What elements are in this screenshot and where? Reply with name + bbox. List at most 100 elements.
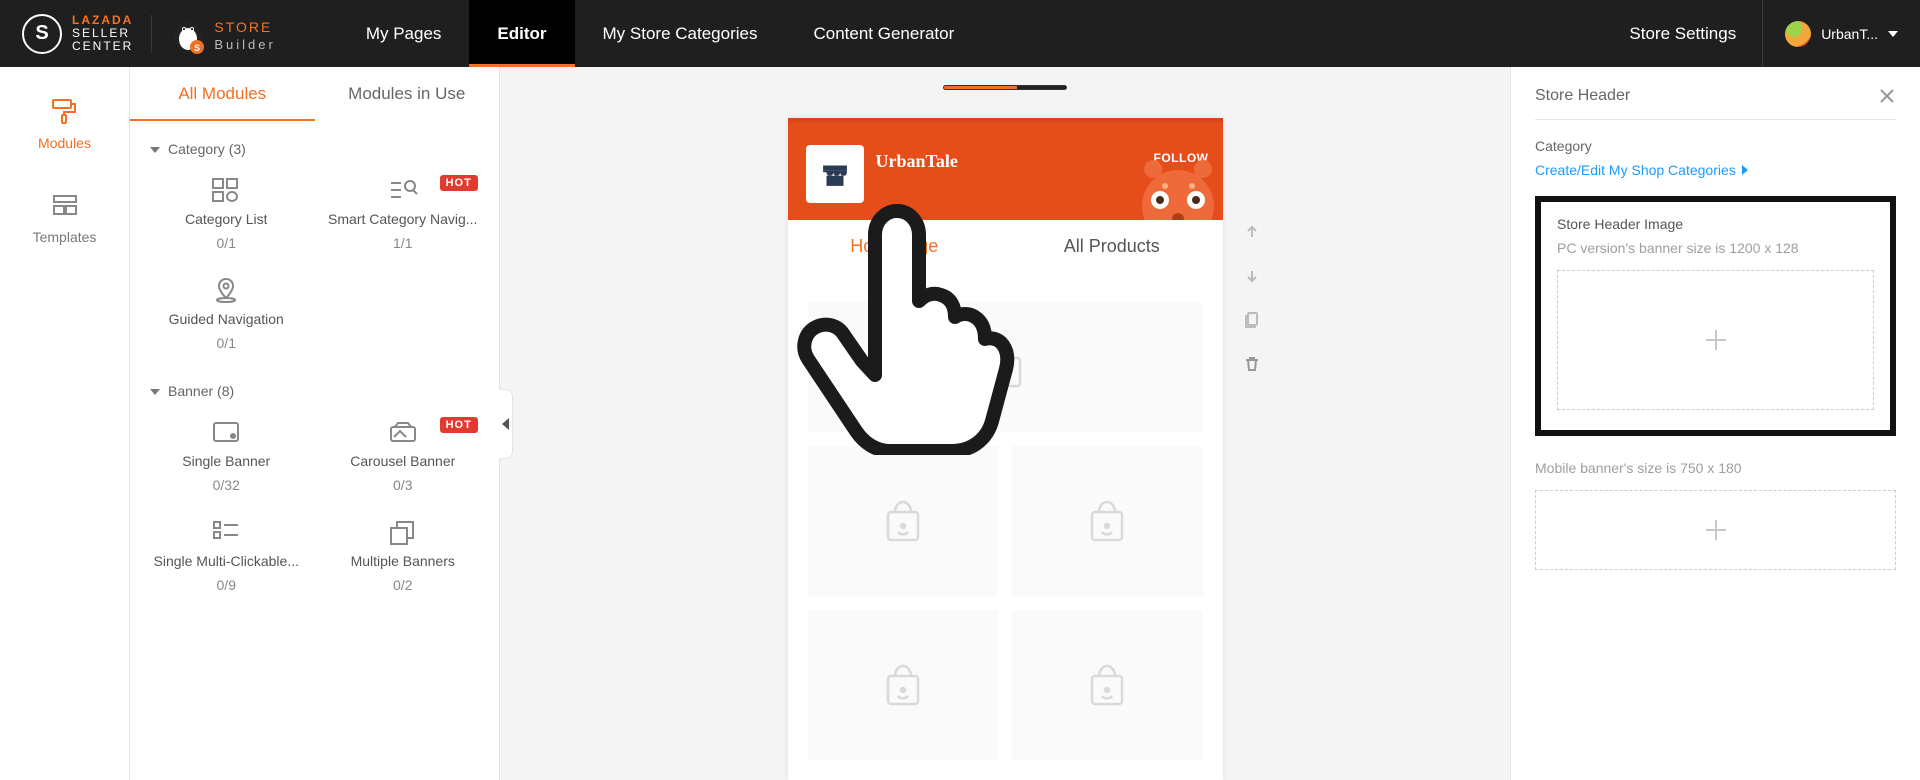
toggle-pc[interactable]: PC — [1017, 86, 1066, 90]
user-name: UrbanT... — [1821, 26, 1878, 42]
banner-icon — [211, 419, 241, 445]
module-label: Single Banner — [182, 453, 270, 469]
viewport-toggle: Mobile PC — [943, 85, 1066, 90]
module-count: 0/2 — [393, 577, 412, 593]
map-pin-icon — [211, 277, 241, 303]
store-avatar-icon — [806, 145, 864, 203]
chevron-down-icon — [1888, 31, 1898, 37]
lazada-text: LAZADA SELLER CENTER — [72, 14, 133, 53]
placeholder-product[interactable] — [808, 446, 999, 596]
close-icon[interactable] — [1878, 87, 1896, 105]
module-tabs: All Modules Modules in Use — [130, 67, 499, 121]
paint-roller-icon — [50, 97, 78, 125]
mascot-icon — [1118, 144, 1223, 220]
top-bar: S LAZADA SELLER CENTER S — [0, 0, 1920, 67]
placeholder-product[interactable] — [1012, 610, 1203, 760]
rail-modules-label: Modules — [38, 135, 91, 151]
shopping-bag-icon — [878, 660, 928, 710]
module-label: Smart Category Navig... — [328, 211, 477, 227]
delete-button[interactable] — [1235, 347, 1269, 381]
placeholder-product[interactable] — [808, 610, 999, 760]
mobile-banner-upload[interactable] — [1535, 490, 1896, 570]
carousel-icon — [388, 419, 418, 445]
tab-all-modules[interactable]: All Modules — [130, 67, 315, 121]
shopping-bag-icon — [980, 342, 1030, 392]
rail-templates-label: Templates — [33, 229, 97, 245]
pc-banner-upload[interactable] — [1557, 270, 1874, 410]
module-toolbar — [1235, 215, 1269, 381]
rail-templates[interactable]: Templates — [33, 191, 97, 245]
module-category-list[interactable]: Category List 0/1 — [138, 177, 315, 251]
module-carousel-banner[interactable]: HOT Carousel Banner 0/3 — [315, 419, 492, 493]
nav-my-pages[interactable]: My Pages — [338, 0, 470, 67]
module-label: Carousel Banner — [350, 453, 455, 469]
nav-store-categories[interactable]: My Store Categories — [575, 0, 786, 67]
lazada-seller-word: SELLER — [72, 26, 130, 40]
user-menu[interactable]: UrbanT... — [1762, 0, 1920, 67]
list-boxes-icon — [211, 519, 241, 545]
storefront-tabs: Homepage All Products — [788, 220, 1223, 272]
module-smart-category-nav[interactable]: HOT Smart Category Navig... 1/1 — [315, 177, 492, 251]
nav-content-generator[interactable]: Content Generator — [785, 0, 982, 67]
hot-badge: HOT — [440, 417, 478, 433]
top-right: Store Settings UrbanT... — [1603, 0, 1920, 67]
store-header-module[interactable]: UrbanTale FOLLOW — [788, 118, 1223, 220]
logo-separator — [151, 15, 152, 53]
left-rail: Modules Templates — [0, 67, 130, 780]
mobile-banner-hint: Mobile banner's size is 750 x 180 — [1535, 460, 1896, 476]
module-count: 0/9 — [217, 577, 236, 593]
category-link-text: Create/Edit My Shop Categories — [1535, 162, 1736, 178]
nav-store-settings[interactable]: Store Settings — [1603, 0, 1762, 67]
toggle-mobile[interactable]: Mobile — [944, 86, 1016, 90]
shopping-bag-icon — [878, 496, 928, 546]
shopping-bag-icon — [1082, 496, 1132, 546]
section-category-label: Category (3) — [168, 141, 246, 157]
module-count: 0/3 — [393, 477, 412, 493]
module-single-multi-clickable[interactable]: Single Multi-Clickable... 0/9 — [138, 519, 315, 593]
move-up-button[interactable] — [1235, 215, 1269, 249]
storefront-tab-homepage[interactable]: Homepage — [850, 236, 938, 257]
chevron-down-icon — [150, 389, 160, 395]
canvas-area: Mobile PC UrbanTale FOLLOW — [500, 67, 1510, 780]
hot-badge: HOT — [440, 175, 478, 191]
tab-modules-in-use[interactable]: Modules in Use — [315, 67, 500, 121]
store-header-image-section: Store Header Image PC version's banner s… — [1535, 196, 1896, 436]
move-down-button[interactable] — [1235, 259, 1269, 293]
brand-area: S LAZADA SELLER CENTER S — [0, 14, 298, 54]
module-label: Category List — [185, 211, 267, 227]
plus-icon — [1702, 516, 1730, 544]
store-word: STORE — [214, 19, 272, 35]
lazada-center-word: CENTER — [72, 39, 133, 53]
phone-preview[interactable]: UrbanTale FOLLOW — [788, 118, 1223, 780]
layout-icon — [51, 191, 79, 219]
modules-panel: All Modules Modules in Use Category (3) — [130, 67, 500, 780]
nav-editor[interactable]: Editor — [469, 0, 574, 67]
section-banner[interactable]: Banner (8) — [130, 369, 499, 413]
content-placeholders — [788, 272, 1223, 780]
inspector-title: Store Header — [1535, 87, 1630, 105]
copy-button[interactable] — [1235, 303, 1269, 337]
module-count: 1/1 — [393, 235, 412, 251]
section-banner-label: Banner (8) — [168, 383, 234, 399]
edit-shop-categories-link[interactable]: Create/Edit My Shop Categories — [1535, 162, 1748, 178]
module-guided-navigation[interactable]: Guided Navigation 0/1 — [138, 277, 315, 351]
storefront-tab-products[interactable]: All Products — [1064, 236, 1160, 257]
lazada-logo: S LAZADA SELLER CENTER — [22, 14, 133, 54]
store-name: UrbanTale — [876, 151, 958, 172]
store-builder-text: STORE Builder — [214, 16, 275, 52]
module-count: 0/1 — [217, 235, 236, 251]
stacked-squares-icon — [388, 519, 418, 545]
svg-text:S: S — [194, 43, 200, 53]
module-single-banner[interactable]: Single Banner 0/32 — [138, 419, 315, 493]
placeholder-product[interactable] — [1012, 446, 1203, 596]
section-category[interactable]: Category (3) — [130, 127, 499, 171]
builder-word: Builder — [214, 37, 275, 52]
placeholder-banner[interactable] — [808, 302, 1203, 432]
module-label: Single Multi-Clickable... — [154, 553, 300, 569]
module-label: Guided Navigation — [169, 311, 284, 327]
chevron-down-icon — [150, 147, 160, 153]
module-multiple-banners[interactable]: Multiple Banners 0/2 — [315, 519, 492, 593]
main-nav: My Pages Editor My Store Categories Cont… — [338, 0, 982, 67]
lazada-word: LAZADA — [72, 13, 133, 27]
rail-modules[interactable]: Modules — [38, 97, 91, 151]
